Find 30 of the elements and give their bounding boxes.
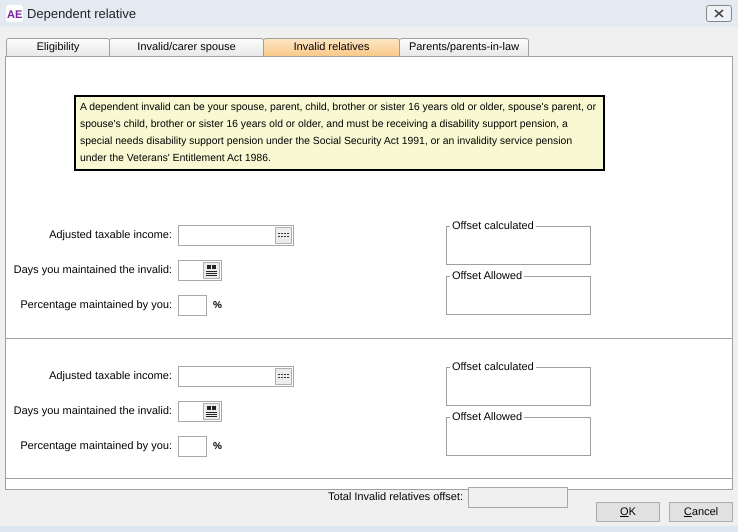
close-icon	[714, 9, 724, 18]
input-field[interactable]	[178, 436, 207, 457]
input-field[interactable]	[178, 260, 222, 281]
field-label: Adjusted taxable income:	[48, 369, 173, 384]
calendar-icon[interactable]	[203, 403, 220, 420]
field-label: Days you maintained the invalid:	[12, 263, 173, 278]
close-button[interactable]	[706, 5, 732, 22]
total-label: Total Invalid relatives offset:	[328, 490, 463, 506]
input-field[interactable]	[178, 225, 294, 246]
percent-sign: %	[213, 299, 222, 313]
dialog-button[interactable]: Cancel	[669, 502, 733, 522]
tab[interactable]: Parents/parents-in-law	[399, 38, 529, 56]
input-field[interactable]	[178, 401, 222, 422]
tab[interactable]: Invalid relatives	[263, 38, 400, 56]
calculator-icon[interactable]	[275, 227, 292, 244]
app-logo: AE	[6, 5, 23, 22]
field-label: Days you maintained the invalid:	[12, 404, 173, 420]
field-label: Percentage maintained by you:	[19, 298, 173, 314]
tab[interactable]: Invalid/carer spouse	[109, 38, 264, 56]
dialog-button[interactable]: OK	[596, 502, 660, 522]
info-note: A dependent invalid can be your spouse, parent, child, brother or sister 16 years old or older, spouse's parent, or spouse's child, brother or sister 16 years old or older, and must be receiving a disability support pension, a special needs disability support pension under the Social Security Act 1991, or an invalidity service pension under the Veterans' Entitlement Act 1986.	[74, 95, 605, 171]
calendar-icon[interactable]	[203, 262, 220, 279]
window-title: Dependent relative	[27, 4, 136, 23]
field-label: Adjusted taxable income:	[48, 228, 173, 244]
calculator-icon[interactable]	[275, 368, 292, 385]
input-field[interactable]	[178, 295, 207, 316]
percent-sign: %	[213, 440, 222, 454]
field-label: Percentage maintained by you:	[19, 439, 173, 454]
input-field[interactable]	[178, 366, 294, 387]
tab[interactable]: Eligibility	[6, 38, 110, 56]
